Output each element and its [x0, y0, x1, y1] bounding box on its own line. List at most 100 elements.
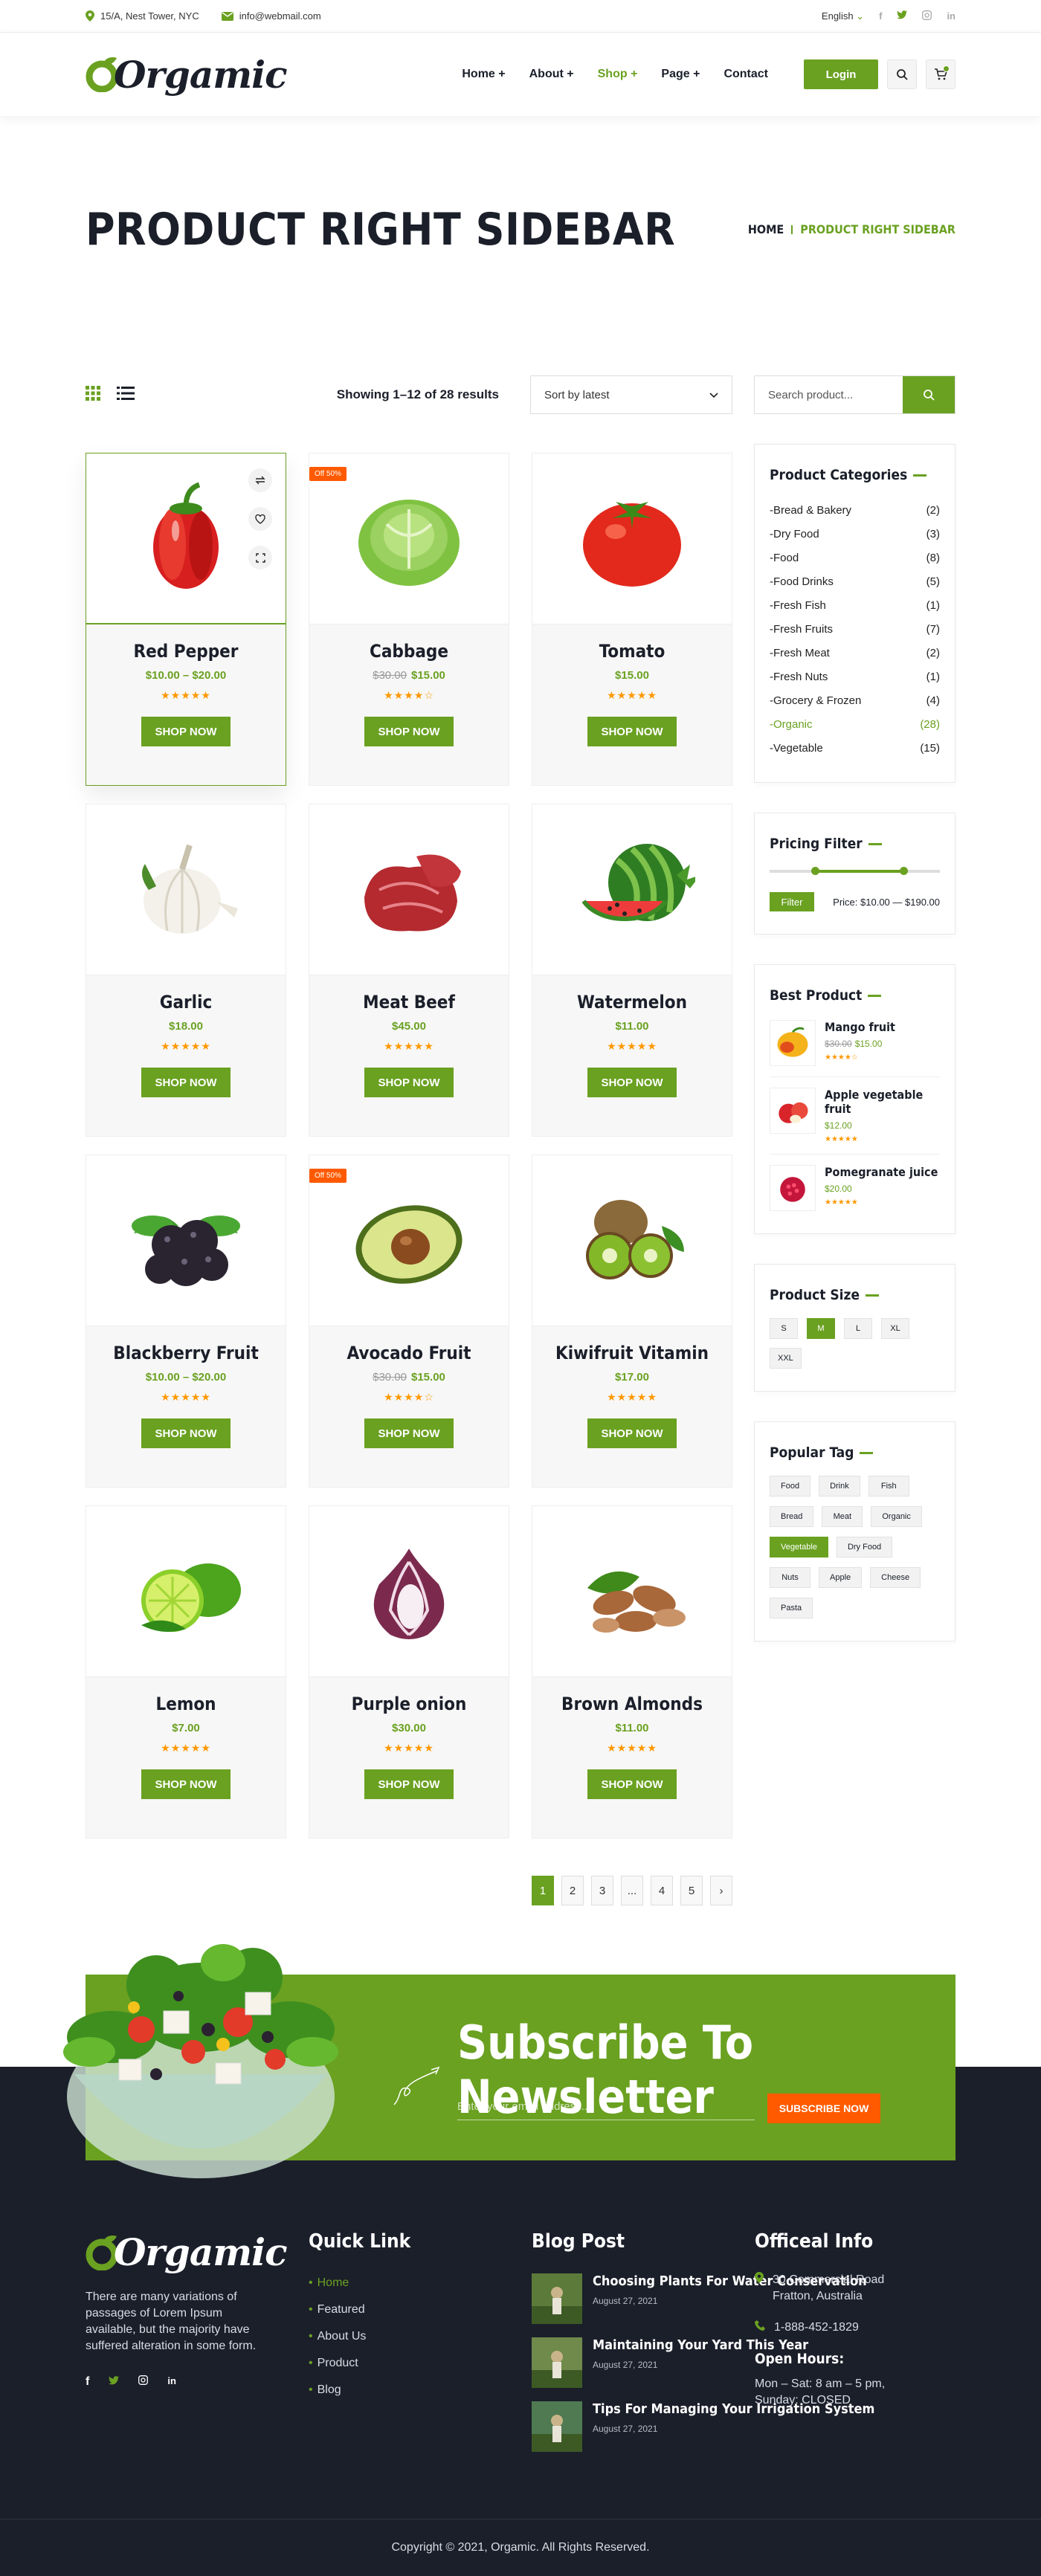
product-card[interactable]: Blackberry Fruit $10.00 – $20.00 ★★★★★ SHOP…: [86, 1155, 286, 1488]
product-name[interactable]: Brown Almonds: [532, 1694, 732, 1714]
page-button[interactable]: 4: [651, 1876, 673, 1905]
nav-item-home[interactable]: Home +: [462, 68, 505, 81]
tag-item[interactable]: Pasta: [770, 1598, 813, 1618]
product-card[interactable]: Watermelon $11.00 ★★★★★ SHOP NOW: [532, 804, 732, 1137]
product-card[interactable]: Kiwifruit Vitamin $17.00 ★★★★★ SHOP NOW: [532, 1155, 732, 1488]
linkedin-icon[interactable]: in: [167, 2375, 176, 2389]
category-item[interactable]: -Bread & Bakery (2): [770, 498, 940, 522]
grid-view-icon[interactable]: [86, 385, 100, 404]
blog-thumbnail[interactable]: [532, 2273, 582, 2324]
page-button[interactable]: 2: [561, 1876, 584, 1905]
shop-now-button[interactable]: SHOP NOW: [364, 717, 454, 746]
email-info[interactable]: info@webmail.com: [221, 10, 321, 22]
product-image[interactable]: [86, 1155, 286, 1326]
size-option[interactable]: XL: [881, 1318, 909, 1339]
product-card[interactable]: Brown Almonds $11.00 ★★★★★ SHOP NOW: [532, 1505, 732, 1839]
shop-now-button[interactable]: SHOP NOW: [587, 1418, 677, 1448]
page-button[interactable]: ...: [621, 1876, 643, 1905]
nav-item-contact[interactable]: Contact: [723, 68, 768, 81]
best-product-thumb[interactable]: [770, 1088, 816, 1134]
best-product-name[interactable]: Mango fruit: [825, 1020, 895, 1034]
login-button[interactable]: Login: [804, 59, 878, 89]
wishlist-heart-icon[interactable]: [248, 507, 272, 531]
product-card[interactable]: Lemon $7.00 ★★★★★ SHOP NOW: [86, 1505, 286, 1839]
category-item[interactable]: -Fresh Fruits (7): [770, 617, 940, 641]
shop-now-button[interactable]: SHOP NOW: [364, 1418, 454, 1448]
category-item[interactable]: -Fresh Meat (2): [770, 641, 940, 665]
best-product-thumb[interactable]: [770, 1165, 816, 1211]
shop-now-button[interactable]: SHOP NOW: [587, 1068, 677, 1097]
search-input[interactable]: Search product...: [755, 376, 903, 413]
product-image[interactable]: [86, 804, 286, 975]
category-item[interactable]: -Vegetable (15): [770, 736, 940, 760]
instagram-icon[interactable]: [138, 2375, 149, 2389]
product-name[interactable]: Kiwifruit Vitamin: [532, 1343, 732, 1363]
shop-now-button[interactable]: SHOP NOW: [364, 1769, 454, 1799]
tag-item[interactable]: Nuts: [770, 1567, 810, 1588]
nav-item-shop[interactable]: Shop +: [598, 68, 638, 81]
product-image[interactable]: [532, 804, 732, 975]
page-button[interactable]: 1: [532, 1876, 554, 1905]
tag-item[interactable]: Fish: [868, 1476, 909, 1497]
quick-link-item[interactable]: About Us: [309, 2330, 410, 2343]
instagram-icon[interactable]: [922, 10, 932, 22]
shop-now-button[interactable]: SHOP NOW: [141, 1068, 231, 1097]
shop-now-button[interactable]: SHOP NOW: [141, 1769, 231, 1799]
search-button[interactable]: [887, 59, 917, 89]
nav-item-about[interactable]: About +: [529, 68, 574, 81]
page-button[interactable]: 3: [591, 1876, 613, 1905]
size-option[interactable]: M: [807, 1318, 835, 1339]
product-name[interactable]: Purple onion: [309, 1694, 509, 1714]
tag-item[interactable]: Drink: [819, 1476, 860, 1497]
range-handle-max[interactable]: [900, 867, 908, 875]
product-name[interactable]: Avocado Fruit: [309, 1343, 509, 1363]
subscribe-button[interactable]: SUBSCRIBE NOW: [767, 2094, 880, 2123]
quick-link-item[interactable]: Featured: [309, 2303, 410, 2317]
category-item[interactable]: -Food (8): [770, 546, 940, 569]
blog-post-item[interactable]: Tips For Managing Your Irrigation System…: [532, 2401, 874, 2452]
product-name[interactable]: Watermelon: [532, 992, 732, 1013]
nav-item-page[interactable]: Page +: [661, 68, 700, 81]
search-submit-button[interactable]: [903, 376, 955, 413]
quick-link-item[interactable]: Product: [309, 2357, 410, 2370]
tag-item[interactable]: Bread: [770, 1506, 814, 1527]
compare-icon[interactable]: [248, 468, 272, 492]
category-item[interactable]: -Fresh Fish (1): [770, 593, 940, 617]
best-product-name[interactable]: Pomegranate juice: [825, 1165, 938, 1179]
shop-now-button[interactable]: SHOP NOW: [587, 1769, 677, 1799]
tag-item[interactable]: Meat: [822, 1506, 863, 1527]
size-option[interactable]: S: [770, 1318, 798, 1339]
product-name[interactable]: Red Pepper: [86, 641, 286, 662]
product-card[interactable]: Meat Beef $45.00 ★★★★★ SHOP NOW: [309, 804, 509, 1137]
next-page-button[interactable]: ›: [710, 1876, 732, 1905]
best-product-item[interactable]: Pomegranate juice $20.00 ★★★★★: [770, 1155, 940, 1221]
newsletter-email-input[interactable]: Enter your email address...: [457, 2094, 755, 2120]
facebook-icon[interactable]: f: [86, 2375, 89, 2389]
shop-now-button[interactable]: SHOP NOW: [141, 717, 231, 746]
tag-item[interactable]: Food: [770, 1476, 811, 1497]
tag-item[interactable]: Dry Food: [836, 1537, 893, 1557]
linkedin-icon[interactable]: in: [947, 10, 955, 22]
twitter-icon[interactable]: [897, 10, 908, 22]
product-name[interactable]: Tomato: [532, 641, 732, 662]
category-item[interactable]: -Organic (28): [770, 712, 940, 736]
language-selector[interactable]: English ⌄: [822, 10, 864, 22]
product-image[interactable]: [86, 453, 286, 624]
product-name[interactable]: Cabbage: [309, 641, 509, 662]
product-image[interactable]: [86, 1506, 286, 1677]
product-image[interactable]: [309, 1506, 509, 1677]
quick-link-item[interactable]: Blog: [309, 2383, 410, 2397]
cart-button[interactable]: [926, 59, 955, 89]
product-card[interactable]: Tomato $15.00 ★★★★★ SHOP NOW: [532, 453, 732, 786]
filter-button[interactable]: Filter: [770, 892, 814, 911]
blog-thumbnail[interactable]: [532, 2337, 582, 2388]
footer-logo[interactable]: Orgamic: [86, 2230, 288, 2274]
breadcrumb-home[interactable]: HOME: [748, 222, 784, 236]
product-image[interactable]: [309, 804, 509, 975]
product-image[interactable]: Off 50%: [309, 453, 509, 624]
price-range-slider[interactable]: [770, 867, 940, 875]
quick-link-item[interactable]: Home: [309, 2276, 410, 2290]
best-product-name[interactable]: Apple vegetable fruit: [825, 1088, 940, 1116]
product-image[interactable]: [532, 453, 732, 624]
product-name[interactable]: Lemon: [86, 1694, 286, 1714]
